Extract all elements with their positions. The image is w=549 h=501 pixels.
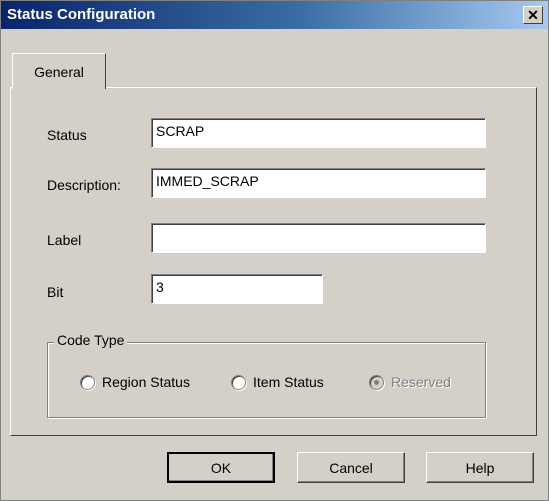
radio-selected-icon [369,374,384,390]
radio-region-status-label: Region Status [102,374,190,390]
radio-dot-icon [374,379,379,385]
close-icon: ✕ [527,7,539,23]
radio-circle-icon [231,374,246,390]
description-value: IMMED_SCRAP [156,173,259,189]
close-button[interactable]: ✕ [523,6,543,24]
status-label: Status [47,127,87,143]
radio-region-status[interactable]: Region Status [80,374,190,390]
radio-item-status-label: Item Status [253,374,324,390]
tab-general[interactable]: General [12,53,106,89]
cancel-button[interactable]: Cancel [297,452,405,483]
status-value: SCRAP [156,123,205,139]
tab-general-label: General [34,63,84,80]
radio-circle-icon [80,374,95,390]
bit-label: Bit [47,284,64,300]
radio-reserved[interactable]: Reserved [369,374,451,390]
code-type-legend: Code Type [54,332,128,348]
cancel-button-label: Cancel [329,459,373,476]
help-button[interactable]: Help [426,452,534,483]
status-input[interactable]: SCRAP [151,118,486,148]
ok-button[interactable]: OK [167,452,275,483]
label-label: Label [47,232,82,248]
bit-value: 3 [156,279,164,295]
title-bar[interactable]: Status Configuration ✕ [1,1,548,29]
ok-button-label: OK [210,459,232,476]
description-input[interactable]: IMMED_SCRAP [151,168,486,198]
status-configuration-dialog: Status Configuration ✕ General Status SC… [0,0,549,501]
radio-reserved-label: Reserved [391,374,451,390]
description-label: Description: [47,177,121,193]
bit-input[interactable]: 3 [151,274,323,304]
radio-item-status[interactable]: Item Status [231,374,324,390]
label-input[interactable] [151,223,486,253]
help-button-label: Help [465,459,495,476]
window-title: Status Configuration [7,6,156,23]
